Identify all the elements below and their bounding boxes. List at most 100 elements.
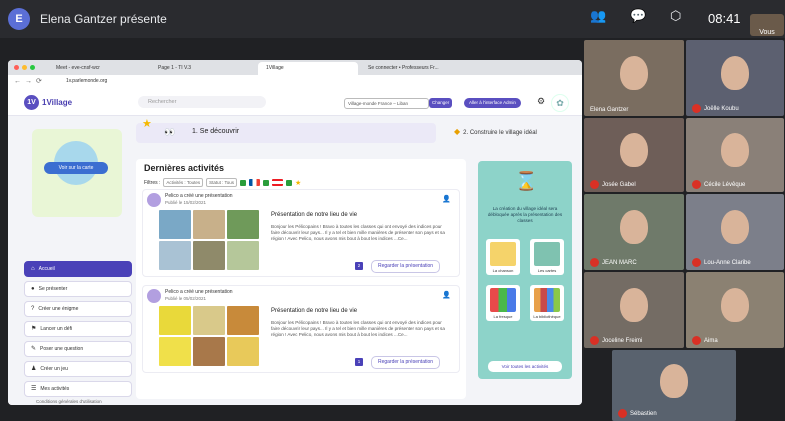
participant-tile[interactable]: Cécile Lévêque xyxy=(686,118,784,192)
photo-grid xyxy=(159,306,259,366)
participant-tile[interactable]: Joëlle Koubu xyxy=(686,40,784,116)
participant-name-text: JEAN MARC xyxy=(602,259,637,266)
card-label: La fresque xyxy=(493,314,513,319)
activity-card: Pelico a créé une présentation Publié le… xyxy=(142,285,460,373)
sidebar-item-se-presenter[interactable]: ● Se présenter xyxy=(24,281,132,297)
books-icon xyxy=(534,288,560,312)
gear-icon[interactable]: ⚙ xyxy=(537,96,545,107)
post-author: Pelico a créé une présentation xyxy=(165,289,233,295)
participant-name: Joceline Freimi xyxy=(590,336,642,345)
participant-face xyxy=(721,56,749,90)
pelico-icon: ★ xyxy=(295,179,302,187)
card-label: Les cartes xyxy=(537,268,557,273)
participant-face xyxy=(721,133,749,167)
participant-tile[interactable]: Sébastien xyxy=(612,350,736,421)
window-controls[interactable] xyxy=(14,65,35,70)
activity-feed: Dernières activités Filtres : Activités … xyxy=(136,159,466,399)
participant-tile[interactable]: Josée Gabel xyxy=(584,118,684,192)
sidebar-item-accueil[interactable]: ⌂ Accueil xyxy=(24,261,132,277)
participant-face xyxy=(620,56,648,90)
village-logo[interactable]: 1V 1Village xyxy=(24,95,72,110)
browser-tab[interactable]: Se connecter • Professeurs Fr... xyxy=(360,62,460,75)
post-date: Publié le 15/02/2021 xyxy=(165,200,207,205)
activity-card-song[interactable]: La chanson xyxy=(486,239,520,275)
presenter-banner: E Elena Gantzer présente xyxy=(8,8,167,30)
village-page: 1V 1Village Rechercher Village-monde Fra… xyxy=(8,89,582,405)
activities-icon[interactable]: ⬡ xyxy=(670,8,681,24)
participant-tile[interactable]: Lou-Anne Claribe xyxy=(686,194,784,270)
village-header: 1V 1Village Rechercher Village-monde Fra… xyxy=(8,89,582,116)
participant-name: Sébastien xyxy=(618,409,657,418)
participant-tile[interactable]: Elena Gantzer xyxy=(584,40,684,116)
step-1-label: 1. Se découvrir xyxy=(192,128,240,135)
browser-tab-active[interactable]: 1Village xyxy=(258,62,358,75)
participant-face xyxy=(721,210,749,244)
star-icon: ★ xyxy=(142,118,152,130)
all-activities-button[interactable]: Voir toutes les activités xyxy=(488,361,562,372)
shared-screen: Meet - eve-cnsf-wcr Page 1 - TI V.3 1Vil… xyxy=(8,60,582,405)
page-badge: 1 xyxy=(355,358,363,366)
participant-tile[interactable]: Joceline Freimi xyxy=(584,272,684,348)
sidebar-item-mes-activites[interactable]: ☰ Mes activités xyxy=(24,381,132,397)
search-input[interactable]: Rechercher xyxy=(138,96,266,108)
participant-face xyxy=(660,363,688,398)
sidebar-item-label: Se présenter xyxy=(38,286,68,292)
village-select[interactable]: Village-monde France – Liban xyxy=(344,98,429,109)
hourglass-icon: ⌛ xyxy=(515,171,538,191)
participant-tile[interactable]: JEAN MARC xyxy=(584,194,684,270)
status-filter-select[interactable]: Statut : Tous xyxy=(206,178,238,187)
step-1[interactable]: ★ 👀 1. Se découvrir xyxy=(136,118,436,143)
participant-face xyxy=(620,133,648,167)
user-avatar[interactable]: ✿ xyxy=(551,94,569,112)
self-label: Vous xyxy=(759,29,775,36)
participant-name-text: Cécile Lévêque xyxy=(704,181,746,188)
activity-card-library[interactable]: La bibliothèque xyxy=(530,285,564,321)
url-field[interactable]: 1v.parlemonde.org xyxy=(66,78,107,84)
sidebar-item-defi[interactable]: ⚑ Lancer un défi xyxy=(24,321,132,337)
participant-name-text: Joceline Freimi xyxy=(602,337,643,344)
conditions-link[interactable]: Conditions générales d'utilisation xyxy=(36,399,102,404)
brand-name: 1Village xyxy=(42,98,73,107)
browser-tab[interactable]: Page 1 - TI V.3 xyxy=(150,62,232,75)
participant-name-text: Elena Gantzer xyxy=(590,107,629,113)
participant-name-text: Josée Gabel xyxy=(602,181,636,188)
game-icon: ♟ xyxy=(31,366,37,372)
checkbox[interactable] xyxy=(286,179,293,186)
sidebar-item-question[interactable]: ✎ Poser une question xyxy=(24,341,132,357)
checkbox[interactable] xyxy=(240,179,247,186)
browser-tab-bar: Meet - eve-cnsf-wcr Page 1 - TI V.3 1Vil… xyxy=(8,60,582,75)
people-icon[interactable]: 👥 xyxy=(590,8,606,24)
participant-name: Elena Gantzer xyxy=(590,107,628,113)
locked-message: La création du village idéal sera débloq… xyxy=(487,206,563,223)
view-map-button[interactable]: Voir sur la carte xyxy=(44,162,108,174)
post-title: Présentation de notre lieu de vie xyxy=(271,308,358,314)
activity-filter-select[interactable]: Activités : Toutes xyxy=(163,178,204,187)
muted-mic-icon xyxy=(590,336,599,345)
activity-card: Pelico a créé une présentation Publié le… xyxy=(142,189,460,277)
change-village-button[interactable]: Changer xyxy=(429,98,453,108)
phase-steps: ★ 👀 1. Se découvrir ◆ 2. Construire le vi… xyxy=(136,118,566,143)
avatar xyxy=(147,193,161,207)
admin-button[interactable]: Aller à l'interface Admin xyxy=(464,98,521,108)
self-view-tile: Vous xyxy=(750,14,784,36)
browser-tab[interactable]: Meet - eve-cnsf-wcr xyxy=(48,62,120,75)
sidebar-item-label: Créer une énigme xyxy=(38,306,79,312)
view-presentation-button[interactable]: Regarder la présentation xyxy=(371,356,441,369)
step-2[interactable]: ◆ 2. Construire le village idéal xyxy=(454,127,537,136)
nav-buttons-icon[interactable]: ←→⟳ xyxy=(14,77,46,85)
page-badge: 2 xyxy=(355,262,363,270)
sidebar-item-jeu[interactable]: ♟ Créer un jeu xyxy=(24,361,132,377)
music-icon xyxy=(490,242,516,266)
browser-url-bar: ←→⟳ 1v.parlemonde.org xyxy=(8,75,582,90)
person-icon: ● xyxy=(31,286,35,292)
person-icon: 👤 xyxy=(442,196,451,203)
participant-tile[interactable]: Aima xyxy=(686,272,784,348)
chat-icon[interactable]: 💬 xyxy=(630,8,646,24)
participant-name-text: Sébastien xyxy=(630,410,657,417)
view-presentation-button[interactable]: Regarder la présentation xyxy=(371,260,441,273)
checkbox[interactable] xyxy=(263,179,270,186)
sidebar-item-enigme[interactable]: ? Créer une énigme xyxy=(24,301,132,317)
activity-card-maps[interactable]: Les cartes xyxy=(530,239,564,275)
activity-card-fresco[interactable]: La fresque xyxy=(486,285,520,321)
muted-mic-icon xyxy=(590,258,599,267)
